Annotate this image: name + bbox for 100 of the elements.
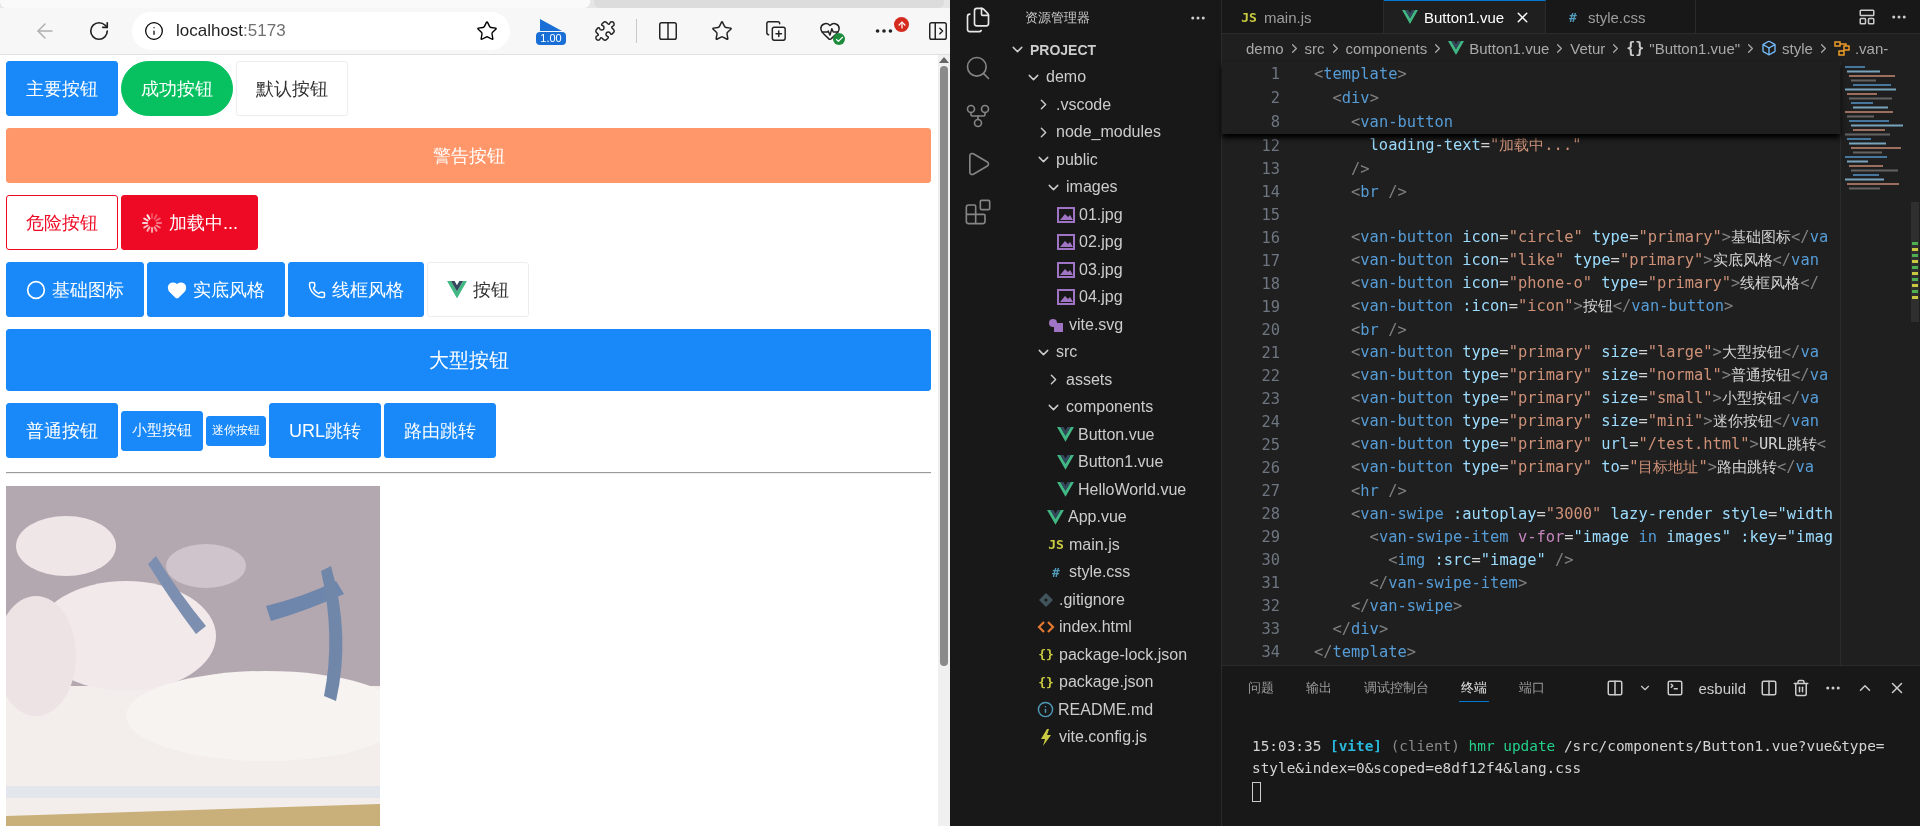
split-icon[interactable] [1760,679,1778,697]
heart-pulse-icon[interactable] [819,20,841,42]
file-name[interactable]: package-lock.json [1059,645,1188,664]
folder-name[interactable]: demo [1046,68,1087,87]
file-name[interactable]: 02.jpg [1079,233,1123,252]
file-name[interactable]: package.json [1059,673,1154,692]
favorites-icon[interactable] [711,20,733,42]
line-number: 18 [1260,274,1280,293]
demo-button[interactable]: 迷你按钮 [206,415,266,446]
terminal-line: 15:03:35 [vite] (client) hmr update /src/components/Button1.vue?vue&type= [1252,738,1886,756]
line-number: 30 [1260,550,1280,569]
terminal-name[interactable]: esbuild [1698,679,1746,697]
file-type-icon: # [1047,564,1065,580]
address-bar[interactable]: localhost:5173 [132,12,510,50]
code-line: <van-button type="primary" to="目标地址">路由跳转</va [1350,457,1815,478]
sidebar-icon[interactable] [927,20,949,42]
image-file-icon [1057,261,1075,278]
line-number: 15 [1260,205,1280,224]
code-line: <van-button icon="phone-o" type="primary">线框风格</ [1350,273,1819,294]
demo-button[interactable]: 默认按钮 [236,61,348,116]
file-name[interactable]: vite.svg [1069,315,1124,334]
refresh-icon[interactable] [88,20,110,42]
demo-button[interactable]: 普通按钮 [6,403,118,458]
breadcrumb-item[interactable]: demo [1246,39,1284,57]
file-name[interactable]: 04.jpg [1079,288,1123,307]
flag-icon[interactable] [538,17,564,32]
demo-button[interactable]: 危险按钮 [6,195,118,250]
folder-name[interactable]: node_modules [1056,123,1161,142]
demo-button[interactable]: 大型按钮 [6,329,931,391]
line-number: 21 [1260,343,1280,362]
vue-file-icon [1402,10,1418,24]
breadcrumb-item[interactable]: components [1345,39,1428,57]
folder-name[interactable]: src [1056,343,1078,362]
info-icon[interactable] [144,21,164,41]
zoom-badge: 1.00 [536,31,566,45]
file-name[interactable]: style.css [1069,563,1131,582]
terminal-icon [1666,679,1685,697]
line-number: 14 [1260,182,1280,201]
breadcrumb-item[interactable]: src [1304,39,1325,57]
panel-tab[interactable]: 输出 [1304,674,1334,702]
file-name[interactable]: .gitignore [1059,590,1125,609]
breadcrumb-item[interactable]: {} "Button1.vue" [1626,39,1741,57]
demo-button[interactable]: 主要按钮 [6,61,118,116]
folder-name[interactable]: public [1056,150,1098,169]
folder-name[interactable]: components [1066,398,1154,417]
demo-button[interactable]: 加载中... [121,195,258,250]
code-line: </van-swipe> [1350,596,1463,615]
editor-tab[interactable]: Button1.vue [1384,0,1546,33]
line-number: 27 [1260,481,1280,500]
panel-tab[interactable]: 终端 [1459,674,1489,702]
extensions-icon[interactable] [594,20,616,42]
panel-tab[interactable]: 调试控制台 [1362,674,1431,702]
section-header[interactable]: PROJECT [1030,41,1097,58]
folder-name[interactable]: assets [1066,370,1113,389]
file-name[interactable]: Button1.vue [1078,453,1164,472]
demo-button[interactable]: 小型按钮 [121,410,203,451]
terminal-line: style&index=0&scoped=e8df12f4&lang.css [1252,760,1583,778]
demo-button[interactable]: 实底风格 [147,262,285,317]
folder-name[interactable]: .vscode [1056,95,1112,114]
line-number: 28 [1260,504,1280,523]
line-number: 24 [1260,412,1280,431]
vue-file-icon [1057,427,1074,443]
line-number: 34 [1260,642,1280,661]
split-screen-icon[interactable] [657,20,679,42]
file-name[interactable]: index.html [1059,618,1132,637]
line-number: 23 [1260,389,1280,408]
demo-button[interactable]: 基础图标 [6,262,144,317]
demo-button[interactable]: 路由跳转 [384,403,496,458]
layout-icon[interactable] [1858,7,1876,26]
breadcrumb-item[interactable]: .van- [1833,39,1889,57]
file-name[interactable]: Button.vue [1078,425,1155,444]
line-number: 22 [1260,366,1280,385]
trash-icon[interactable] [1792,679,1810,697]
split-terminal-icon[interactable] [1606,679,1625,697]
breadcrumb-item[interactable]: Button1.vue [1448,39,1550,57]
star-icon[interactable] [476,20,498,42]
demo-button[interactable]: URL跳转 [269,403,381,458]
scrollbar-thumb[interactable] [940,66,948,666]
panel-tab[interactable]: 问题 [1246,674,1276,702]
breadcrumb-item[interactable]: style [1761,39,1813,57]
line-number: 8 [1269,113,1280,131]
file-name[interactable]: App.vue [1068,508,1127,527]
file-name[interactable]: 03.jpg [1079,260,1123,279]
demo-button[interactable]: 按钮 [427,262,529,317]
code-line: /> [1350,159,1370,178]
code-line: <van-button type="primary" size="large">大型按钮</va [1350,342,1819,363]
file-name[interactable]: vite.config.js [1059,728,1148,747]
collections-icon[interactable] [765,20,787,42]
file-name[interactable]: HelloWorld.vue [1078,480,1187,499]
breadcrumb-item[interactable]: Vetur [1570,39,1606,57]
file-name[interactable]: README.md [1058,700,1154,719]
code-line: <hr /> [1350,481,1407,500]
folder-name[interactable]: images [1066,178,1118,197]
file-name[interactable]: main.js [1069,535,1120,554]
line-number: 13 [1260,159,1280,178]
line-number: 26 [1260,458,1280,477]
panel-tab[interactable]: 端口 [1517,674,1547,702]
file-name[interactable]: 01.jpg [1079,205,1123,224]
demo-button[interactable]: 线框风格 [288,262,424,317]
git-file-icon [1037,591,1055,608]
